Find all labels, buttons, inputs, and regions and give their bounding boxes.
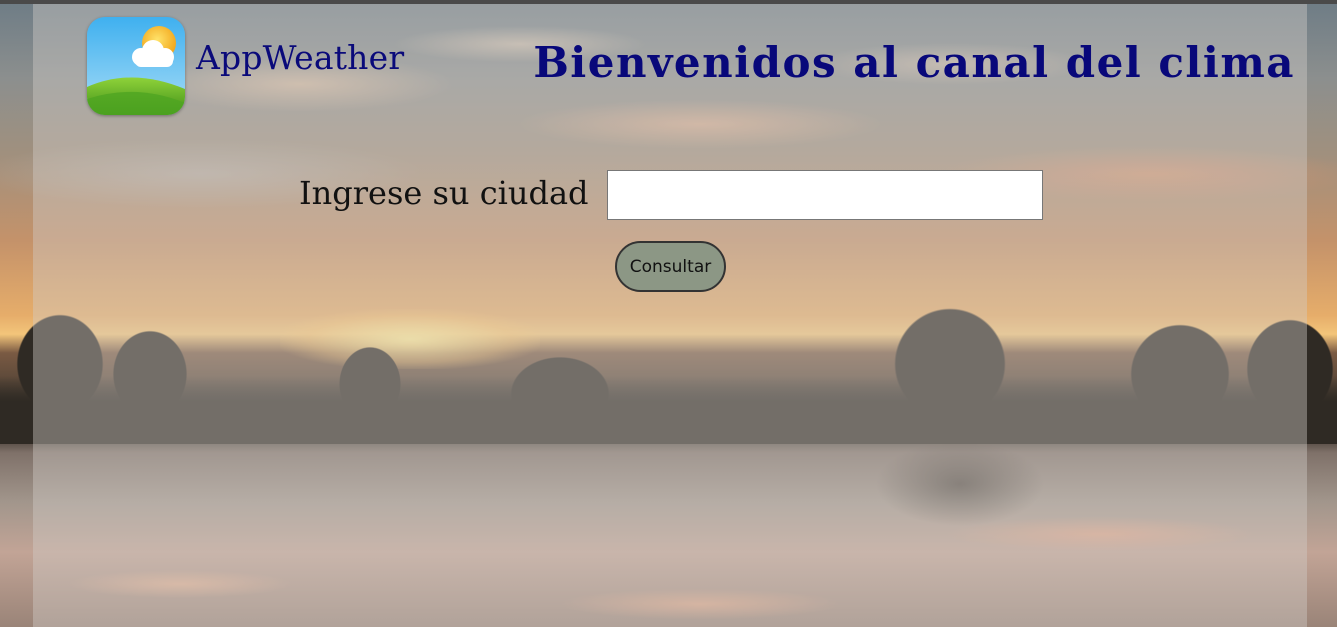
consult-button[interactable]: Consultar xyxy=(615,241,726,292)
city-input[interactable] xyxy=(607,170,1043,220)
content-panel xyxy=(33,4,1307,627)
weather-sun-cloud-icon xyxy=(87,17,185,115)
app-name: AppWeather xyxy=(196,38,405,77)
page-title: Bienvenidos al canal del clima xyxy=(533,38,1295,87)
city-label: Ingrese su ciudad xyxy=(299,174,589,212)
